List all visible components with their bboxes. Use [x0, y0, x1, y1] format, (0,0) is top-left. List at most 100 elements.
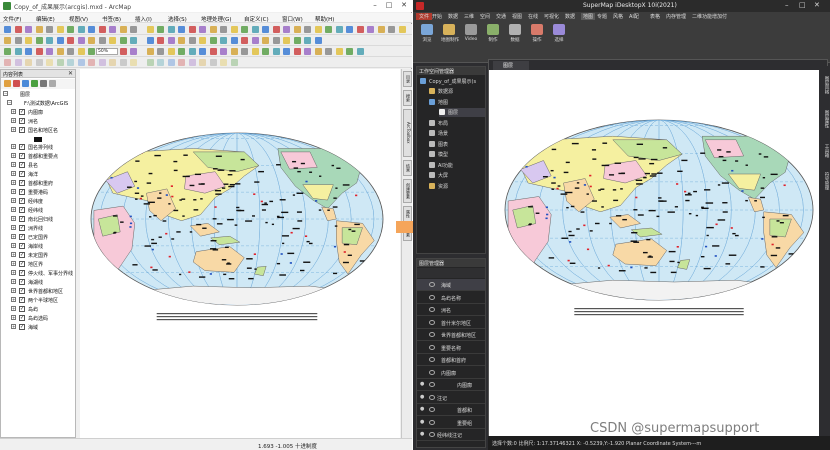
- side-tab[interactable]: 创建要素: [403, 179, 412, 203]
- ribbon-tab[interactable]: 三维: [464, 13, 474, 20]
- menu-item[interactable]: 编辑(E): [36, 15, 55, 23]
- maximize-icon[interactable]: □: [382, 1, 396, 9]
- toolbar-button[interactable]: [325, 48, 332, 55]
- toolbar-button[interactable]: [109, 26, 116, 33]
- toolbar-button[interactable]: [4, 59, 11, 66]
- layer-checkbox[interactable]: ✓: [19, 252, 25, 258]
- right-dock-tab[interactable]: 图层风格: [820, 76, 829, 94]
- toolbar-button[interactable]: [130, 59, 137, 66]
- toolbar-button[interactable]: [209, 26, 217, 33]
- toolbar-button[interactable]: [157, 59, 164, 66]
- toolbar-button[interactable]: [346, 48, 353, 55]
- toolbar-button[interactable]: [77, 26, 85, 33]
- sm-minimize-icon[interactable]: –: [785, 1, 789, 9]
- ribbon-tab[interactable]: 内存管理: [666, 13, 686, 20]
- toolbar-button[interactable]: [241, 37, 248, 44]
- toolbar-button[interactable]: [167, 37, 175, 44]
- layer-checkbox[interactable]: ✓: [19, 171, 25, 177]
- toolbar-button[interactable]: [119, 48, 127, 55]
- expand-icon[interactable]: +: [11, 243, 16, 248]
- toolbar-button[interactable]: [178, 26, 185, 33]
- toolbar-button[interactable]: [157, 48, 164, 55]
- ribbon-tab[interactable]: 地图: [581, 13, 596, 20]
- toolbar-button[interactable]: [157, 26, 164, 33]
- toolbar-button[interactable]: [119, 37, 127, 44]
- toolbar-button[interactable]: [35, 48, 43, 55]
- ribbon-button[interactable]: 地图制作: [441, 24, 459, 43]
- toolbar-button[interactable]: [4, 48, 11, 55]
- close-icon[interactable]: ✕: [397, 1, 411, 9]
- ribbon-button[interactable]: 数据: [507, 24, 523, 43]
- toolbar-button[interactable]: [56, 48, 64, 55]
- tab-map[interactable]: 图层: [493, 61, 529, 70]
- toolbar-button[interactable]: [262, 37, 269, 44]
- toolbar-button[interactable]: [56, 37, 64, 44]
- ribbon-tab[interactable]: 二维功能增加付: [692, 13, 727, 20]
- expand-icon[interactable]: +: [11, 144, 16, 149]
- expand-icon[interactable]: +: [11, 324, 16, 329]
- side-tab[interactable]: 搜索: [403, 90, 412, 106]
- toolbar-button[interactable]: [304, 26, 311, 33]
- ribbon-button[interactable]: 浏览: [419, 24, 435, 43]
- toolbar-button[interactable]: [130, 26, 137, 33]
- toolbar-button[interactable]: [35, 37, 43, 44]
- toolbar-button[interactable]: [325, 26, 332, 33]
- layer-row[interactable]: ● 经纬线注记: [417, 429, 485, 441]
- layer-row[interactable]: 内图廓: [417, 367, 485, 379]
- toolbar-button[interactable]: [199, 48, 206, 55]
- layer-checkbox[interactable]: ✓: [19, 261, 25, 267]
- layer-checkbox[interactable]: ✓: [19, 127, 25, 133]
- toc-tool-button[interactable]: [31, 80, 38, 87]
- layer-checkbox[interactable]: ✓: [19, 315, 25, 321]
- toc-tool-button[interactable]: [13, 80, 20, 87]
- toolbar-button[interactable]: [46, 59, 53, 66]
- ribbon-tab[interactable]: AI配: [629, 13, 639, 20]
- toolbar-button[interactable]: [314, 48, 322, 55]
- toolbar-button[interactable]: [220, 48, 227, 55]
- ribbon-tab[interactable]: 交通: [496, 13, 506, 20]
- expand-icon[interactable]: +: [11, 252, 16, 257]
- toolbar-button[interactable]: [4, 37, 11, 44]
- minimize-icon[interactable]: –: [368, 1, 382, 9]
- expand-icon[interactable]: +: [11, 279, 16, 284]
- scale-select[interactable]: 50%: [96, 48, 118, 55]
- expand-icon[interactable]: +: [11, 171, 16, 176]
- layer-row[interactable]: 重要名称: [417, 342, 485, 354]
- ribbon-button[interactable]: Video: [463, 24, 479, 42]
- toolbar-button[interactable]: [220, 26, 227, 33]
- toolbar-button[interactable]: [167, 59, 175, 66]
- toolbar-button[interactable]: [356, 48, 364, 55]
- toolbar-button[interactable]: [46, 26, 53, 33]
- toolbar-button[interactable]: [283, 37, 290, 44]
- layer-checkbox[interactable]: ✓: [19, 279, 25, 285]
- layer-checkbox[interactable]: ✓: [19, 118, 25, 124]
- toolbar-button[interactable]: [67, 37, 74, 44]
- toolbar-button[interactable]: [188, 48, 196, 55]
- toolbar-button[interactable]: [230, 48, 238, 55]
- toolbar-button[interactable]: [314, 26, 322, 33]
- toolbar-button[interactable]: [230, 26, 238, 33]
- toolbar-button[interactable]: [130, 37, 137, 44]
- right-dock-tab[interactable]: 工具箱: [820, 144, 829, 158]
- expand-icon[interactable]: +: [11, 306, 16, 311]
- toolbar-button[interactable]: [46, 48, 53, 55]
- expand-icon[interactable]: +: [11, 315, 16, 320]
- toolbar-button[interactable]: [293, 48, 301, 55]
- toolbar-button[interactable]: [67, 26, 74, 33]
- toolbar-button[interactable]: [67, 59, 74, 66]
- expand-icon[interactable]: +: [11, 127, 16, 132]
- toolbar-button[interactable]: [178, 37, 185, 44]
- toolbar-button[interactable]: [14, 37, 22, 44]
- toolbar-button[interactable]: [199, 37, 206, 44]
- expand-icon[interactable]: +: [11, 261, 16, 266]
- ribbon-tab[interactable]: 空间: [480, 13, 490, 20]
- ribbon-tab[interactable]: 可视化: [544, 13, 559, 20]
- toolbar-button[interactable]: [25, 26, 32, 33]
- toolbar-button[interactable]: [209, 48, 217, 55]
- toolbar-button[interactable]: [88, 26, 95, 33]
- ribbon-button[interactable]: 制作: [485, 24, 501, 43]
- workspace-node[interactable]: 图层: [439, 108, 485, 117]
- toolbar-button[interactable]: [241, 48, 248, 55]
- layer-row[interactable]: 岛屿名称: [417, 292, 485, 304]
- toolbar-button[interactable]: [199, 59, 206, 66]
